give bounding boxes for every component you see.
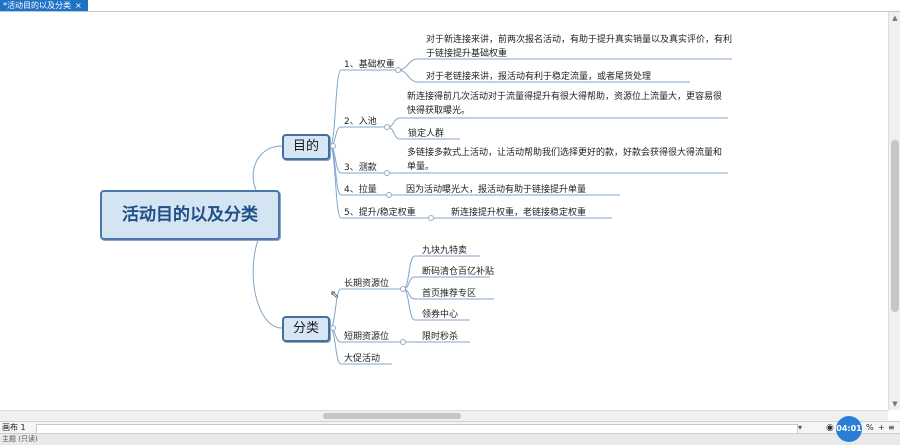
topic-item[interactable]: 2、入池 xyxy=(344,114,377,127)
status-text: 主题 (只读) xyxy=(2,435,38,443)
topic-detail[interactable]: 首页推荐专区 xyxy=(422,286,476,299)
topic-detail[interactable]: 新连接得前几次活动对于流量得提升有很大得帮助，资源位上流量大，更容易很快得获取曝… xyxy=(407,90,725,118)
vertical-scroll-thumb[interactable] xyxy=(891,140,899,312)
topic-detail[interactable]: 对于老链接来讲，报活动有利于稳定流量，或者尾货处理 xyxy=(426,69,651,82)
tab-bar: *活动目的以及分类 × xyxy=(0,0,900,12)
topic-detail[interactable]: 九块九特卖 xyxy=(422,243,467,256)
topic-detail[interactable]: 限时秒杀 xyxy=(422,329,458,342)
close-icon[interactable]: × xyxy=(75,1,82,10)
topic-item[interactable]: 1、基础权重 xyxy=(344,57,395,70)
topic-item[interactable]: 4、拉量 xyxy=(344,182,377,195)
topic-detail[interactable]: 断码清仓百亿补贴 xyxy=(422,264,494,277)
topic-item[interactable]: 长期资源位 xyxy=(344,276,389,289)
recording-timer-badge[interactable]: 04:01 xyxy=(836,416,862,442)
document-tab[interactable]: *活动目的以及分类 × xyxy=(0,0,88,11)
topic-detail[interactable]: 领券中心 xyxy=(422,307,458,320)
topic-item[interactable]: 5、提升/稳定权重 xyxy=(344,205,416,218)
topic-item[interactable]: 3、测款 xyxy=(344,160,377,173)
horizontal-scroll-thumb[interactable] xyxy=(323,413,461,419)
mindmap-canvas[interactable]: 活动目的以及分类 目的 分类 1、基础权重 2、入池 3、测款 4、拉量 5、提… xyxy=(0,12,888,410)
topic-detail[interactable]: 对于新连接来讲，前两次报名活动，有助于提升真实销量以及真实评价，有利于链接提升基… xyxy=(426,33,732,61)
topic-detail[interactable]: 锁定人群 xyxy=(408,126,444,139)
topic-item[interactable]: 大促活动 xyxy=(344,351,380,364)
status-bar: 主题 (只读) xyxy=(0,433,900,445)
topic-detail[interactable]: 多链接多款式上活动，让活动帮助我们选择更好的款，好款会获得很大得流量和单量。 xyxy=(407,146,727,174)
scroll-down-icon[interactable]: ▼ xyxy=(891,400,899,408)
document-tab-title: *活动目的以及分类 xyxy=(3,1,71,10)
scroll-up-icon[interactable]: ▲ xyxy=(891,14,899,22)
mouse-cursor-icon: ⇖ xyxy=(330,288,340,301)
topic-item[interactable]: 短期资源位 xyxy=(344,329,389,342)
topic-detail[interactable]: 新连接提升权重，老链接稳定权重 xyxy=(451,205,586,218)
branch-purpose[interactable]: 目的 xyxy=(282,134,330,160)
topic-detail[interactable]: 因为活动曝光大，报活动有助于链接提升单量 xyxy=(406,182,586,195)
vertical-scrollbar[interactable]: ▲ ▼ xyxy=(888,12,900,410)
root-topic[interactable]: 活动目的以及分类 xyxy=(100,190,280,240)
branch-category[interactable]: 分类 xyxy=(282,316,330,342)
